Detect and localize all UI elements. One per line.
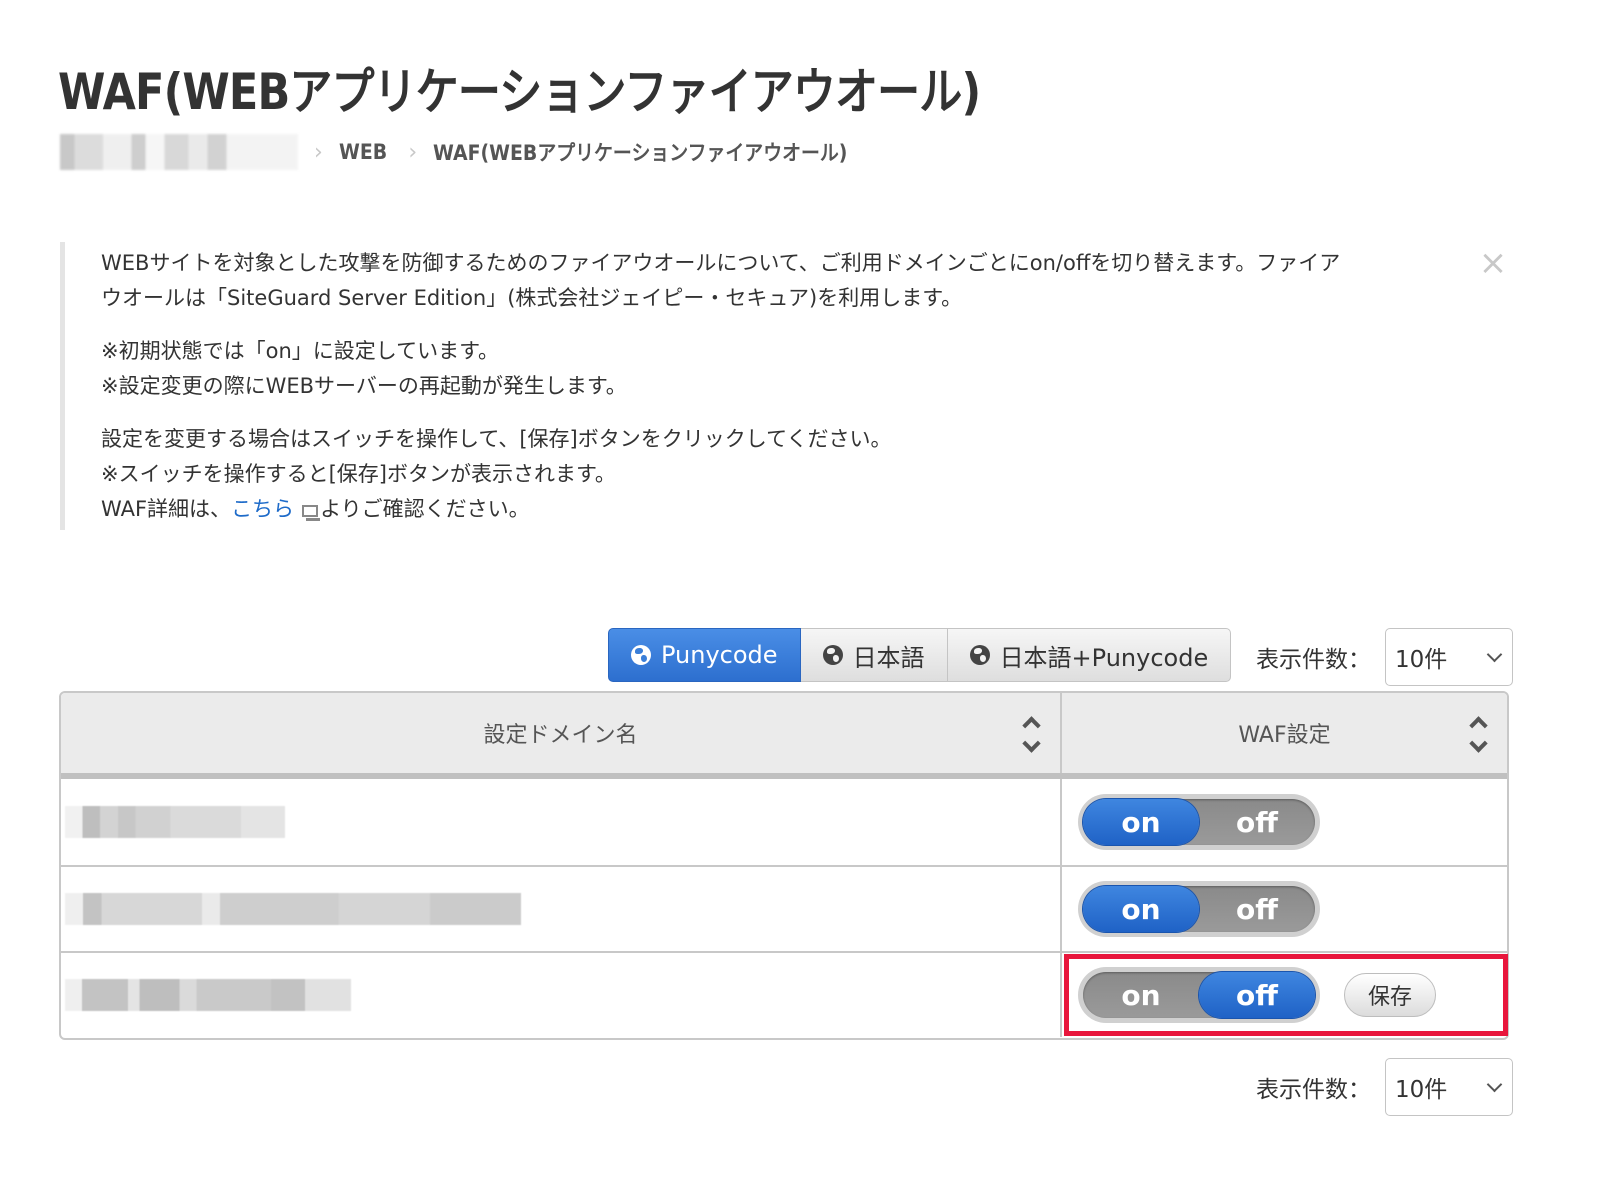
display-mode-japanese-punycode-button[interactable]: 日本語+Punycode — [947, 628, 1232, 682]
globe-icon — [969, 645, 990, 665]
notice-text: 設定を変更する場合はスイッチを操作して、[保存]ボタンをクリックしてください。 — [101, 427, 892, 451]
toggle-on-option[interactable]: on — [1083, 799, 1199, 845]
perpage-value: 10件 — [1395, 647, 1448, 673]
domain-name-redacted — [65, 979, 351, 1011]
notice-text: WEBサイトを対象とした攻撃を防御するためのファイアウオールについて、ご利用ドメ… — [101, 251, 1341, 275]
chevron-right-icon: › — [408, 139, 418, 165]
toggle-off-option[interactable]: off — [1199, 886, 1315, 932]
notice-paragraph: WEBサイトを対象とした攻撃を防御するためのファイアウオールについて、ご利用ドメ… — [101, 246, 1530, 316]
notice-paragraph: ※初期状態では「on」に設定しています。 ※設定変更の際にWEBサーバーの再起動… — [101, 334, 1530, 404]
notice-text: WAF詳細は、 — [101, 497, 232, 521]
breadcrumb: › WEB › WAF(WEBアプリケーションファイアウオール) — [60, 134, 894, 170]
column-header-domain[interactable]: 設定ドメイン名 — [61, 693, 1062, 773]
chevron-right-icon: › — [314, 139, 323, 165]
domain-cell — [61, 953, 1062, 1037]
waf-toggle[interactable]: on off — [1078, 967, 1320, 1023]
perpage-label: 表示件数： — [1256, 647, 1371, 673]
waf-toggle[interactable]: on off — [1078, 794, 1320, 850]
notice-text-waf-details: WAF詳細は、こちら よりご確認ください。 — [101, 492, 1530, 527]
breadcrumb-item-redacted[interactable] — [60, 134, 298, 170]
notice-text: ウオールは「SiteGuard Server Edition」(株式会社ジェイピ… — [101, 286, 963, 310]
toggle-off-option[interactable]: off — [1199, 972, 1315, 1018]
domain-name-redacted — [65, 806, 285, 838]
chevron-down-icon — [1486, 646, 1503, 663]
button-label: Punycode — [661, 641, 778, 669]
waf-cell: on off — [1062, 867, 1507, 951]
domain-name-redacted — [65, 893, 521, 925]
waf-details-link[interactable]: こちら — [231, 497, 294, 521]
external-link-icon — [302, 505, 321, 521]
table-row: on off — [61, 779, 1507, 865]
info-notice: WEBサイトを対象とした攻撃を防御するためのファイアウオールについて、ご利用ドメ… — [60, 242, 1530, 530]
column-header-label: 設定ドメイン名 — [483, 723, 638, 748]
perpage-label: 表示件数： — [1256, 1077, 1371, 1103]
globe-icon — [631, 645, 651, 665]
perpage-control-bottom: 表示件数： 10件 — [1256, 1058, 1513, 1116]
toggle-on-option[interactable]: on — [1083, 972, 1199, 1018]
toggle-off-option[interactable]: off — [1199, 799, 1315, 845]
page-title: WAF(WEBアプリケーションファイアウオール) — [58, 63, 981, 121]
notice-text: ※スイッチを操作すると[保存]ボタンが表示されます。 — [101, 462, 616, 486]
waf-cell: on off — [1062, 779, 1507, 865]
display-mode-punycode-button[interactable]: Punycode — [608, 628, 801, 682]
sort-icon[interactable] — [1020, 715, 1044, 759]
domain-waf-table: 設定ドメイン名 WAF設定 on off on off on off 保存 — [59, 691, 1509, 1040]
display-mode-toggle-group: Punycode 日本語 日本語+Punycode — [608, 628, 1232, 682]
breadcrumb-item-current: WAF(WEBアプリケーションファイアウオール) — [433, 141, 848, 165]
sort-icon[interactable] — [1467, 715, 1491, 759]
domain-cell — [61, 867, 1062, 951]
domain-cell — [61, 779, 1062, 865]
column-header-label: WAF設定 — [1238, 723, 1331, 748]
table-row: on off — [61, 865, 1507, 951]
perpage-select[interactable]: 10件 — [1385, 628, 1513, 686]
notice-text: よりご確認ください。 — [320, 497, 530, 521]
waf-toggle[interactable]: on off — [1078, 881, 1320, 937]
notice-paragraph: 設定を変更する場合はスイッチを操作して、[保存]ボタンをクリックしてください。 … — [101, 422, 1530, 527]
chevron-down-icon — [1486, 1076, 1503, 1093]
notice-text: ※初期状態では「on」に設定しています。 — [101, 339, 500, 363]
save-button[interactable]: 保存 — [1344, 973, 1436, 1017]
table-header: 設定ドメイン名 WAF設定 — [61, 693, 1507, 779]
button-label: 日本語 — [852, 643, 925, 672]
perpage-control-top: 表示件数： 10件 — [1256, 628, 1513, 686]
perpage-select[interactable]: 10件 — [1385, 1058, 1513, 1116]
column-header-waf[interactable]: WAF設定 — [1062, 693, 1507, 773]
toggle-on-option[interactable]: on — [1083, 886, 1199, 932]
notice-text: ※設定変更の際にWEBサーバーの再起動が発生します。 — [101, 374, 627, 398]
button-label: 日本語+Punycode — [999, 643, 1209, 672]
globe-icon — [822, 645, 843, 665]
perpage-value: 10件 — [1395, 1077, 1448, 1103]
table-row: on off 保存 — [61, 951, 1507, 1037]
breadcrumb-item-web[interactable]: WEB — [339, 140, 387, 164]
close-icon[interactable]: × — [1478, 246, 1508, 280]
display-mode-japanese-button[interactable]: 日本語 — [800, 628, 948, 682]
waf-cell: on off 保存 — [1062, 953, 1507, 1037]
